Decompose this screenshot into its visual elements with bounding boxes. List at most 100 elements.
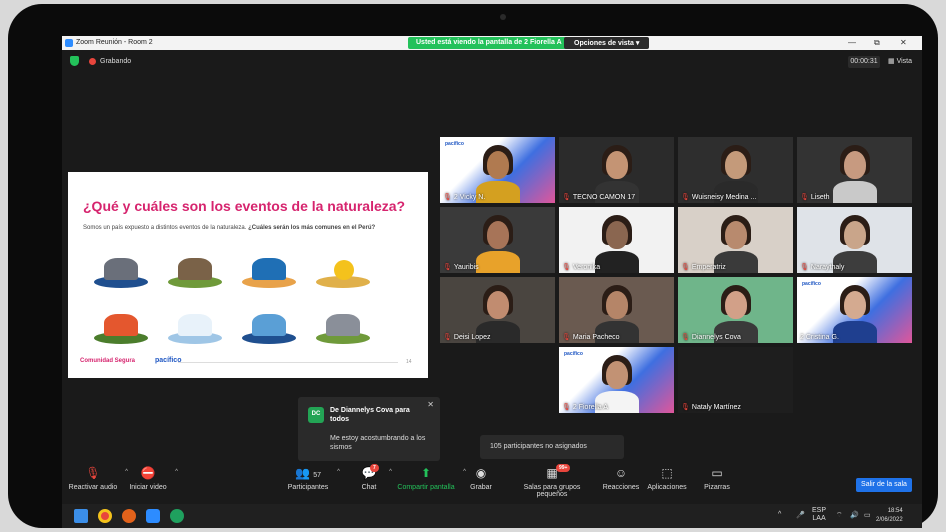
whiteboards-button[interactable]: ▭ Pizarras xyxy=(698,466,736,491)
participant-face xyxy=(606,151,628,179)
zoom-taskbar-icon[interactable] xyxy=(146,509,160,523)
mic-muted-icon: 🎙 xyxy=(562,194,571,201)
participant-tile[interactable]: 🎙 Emperatriz xyxy=(678,207,793,273)
breakout-badge: 99+ xyxy=(556,464,571,472)
leave-room-button[interactable]: Salir de la sala xyxy=(856,478,912,492)
participants-caret[interactable]: ^ xyxy=(337,469,340,475)
participant-face xyxy=(844,221,866,249)
browser-icon[interactable] xyxy=(170,509,184,523)
participant-tile[interactable]: 🎙 Liseth xyxy=(797,137,912,203)
mic-muted-icon: 🎙 xyxy=(800,194,809,201)
heat-sun-illustration xyxy=(312,242,374,292)
video-options-caret[interactable]: ^ xyxy=(175,469,178,475)
chat-unread-badge: 7 xyxy=(370,464,379,472)
slide-subtitle-plain: Somos un país expuesto a distintos event… xyxy=(83,225,249,231)
participant-tile[interactable]: pacífico 🎙 2 Vicky N. xyxy=(440,137,555,203)
participant-tile[interactable]: 🎙 Wuisneisy Medina ... xyxy=(678,137,793,203)
slide-divider xyxy=(178,362,398,363)
screen-share-banner: Usted está viendo la pantalla de 2 Fiore… xyxy=(408,37,570,49)
taskbar-clock[interactable]: 18:54 2/06/2022 xyxy=(876,507,903,525)
participant-tile[interactable]: 🎙 Veronika xyxy=(559,207,674,273)
participants-label: Participantes xyxy=(287,484,329,491)
participant-tile[interactable]: 🎙 Deisi Lopez xyxy=(440,277,555,343)
chrome-icon[interactable] xyxy=(98,509,112,523)
start-video-button[interactable]: ⛔ Iniciar video ^ xyxy=(128,466,178,491)
comunidad-segura-logo: Comunidad Segura xyxy=(80,357,136,364)
participant-tile[interactable]: 🎙 TECNO CAMON 17 xyxy=(559,137,674,203)
chat-notification[interactable]: DC De Diannelys Cova para todos Me estoy… xyxy=(298,397,440,461)
notification-message: Me estoy acostumbrando a los sismos xyxy=(330,435,426,451)
landslide-illustration xyxy=(164,242,226,292)
mic-muted-icon: 🎙 xyxy=(681,264,690,271)
smiley-icon: ☺ xyxy=(614,466,628,480)
unmute-label: Reactivar audio xyxy=(68,484,118,491)
tablet-frame: Zoom Reunión - Room 2 Usted está viendo … xyxy=(8,4,938,528)
tray-mic-icon[interactable]: 🎤 xyxy=(796,511,805,519)
whiteboards-label: Pizarras xyxy=(704,484,730,491)
participant-name: 2 Vicky N. xyxy=(453,194,486,201)
participant-name-label: 🎙 TECNO CAMON 17 xyxy=(562,193,635,201)
windows-start-icon[interactable] xyxy=(74,509,88,523)
chat-button[interactable]: 7 💬 Chat ^ xyxy=(356,464,392,491)
participant-name: Wuisneisy Medina ... xyxy=(691,194,757,201)
volume-icon[interactable]: 🔊 xyxy=(850,511,859,519)
participant-tile[interactable]: 🎙 Diannelys Cova xyxy=(678,277,793,343)
share-options-caret[interactable]: ^ xyxy=(463,469,466,475)
participant-name: Diannelys Cova xyxy=(691,334,741,341)
mic-muted-icon: 🎙 xyxy=(443,334,452,341)
participant-name-label: 🎙 Emperatriz xyxy=(681,263,726,271)
chat-caret[interactable]: ^ xyxy=(389,469,392,475)
battery-icon[interactable]: ▭ xyxy=(864,511,871,519)
unassigned-participants-tooltip[interactable]: 105 participantes no asignados xyxy=(480,435,624,459)
participant-face xyxy=(844,151,866,179)
mic-muted-icon: 🎙 xyxy=(562,404,571,411)
security-shield-icon[interactable] xyxy=(70,56,79,66)
participant-tile[interactable]: 🎙 Yauribis xyxy=(440,207,555,273)
reactions-button[interactable]: ☺ Reacciones xyxy=(602,466,640,491)
participants-button[interactable]: 👥 57 Participantes ^ xyxy=(286,466,340,491)
front-camera xyxy=(500,14,506,20)
zoom-window: Zoom Reunión - Room 2 Usted está viendo … xyxy=(62,36,922,528)
wifi-icon[interactable]: ⌔ xyxy=(836,511,843,520)
participant-name: Maria Pacheco xyxy=(572,334,620,341)
participant-tile[interactable]: 🎙 Naraythaly xyxy=(797,207,912,273)
participant-body xyxy=(476,251,520,273)
participants-count: 57 xyxy=(313,472,322,479)
minimize-button[interactable]: — xyxy=(848,38,856,47)
participant-name: 2 Cristina G. xyxy=(800,334,839,341)
participant-tile[interactable]: pacífico 2 Cristina G. xyxy=(797,277,912,343)
tray-chevron-icon[interactable]: ^ xyxy=(778,511,781,518)
app-icon-orange[interactable] xyxy=(122,509,136,523)
share-screen-button[interactable]: ⬆ Compartir pantalla ^ xyxy=(396,466,466,491)
participant-face xyxy=(606,221,628,249)
notification-sender: De Diannelys Cova para todos xyxy=(330,407,410,423)
meeting-toolbar: 🎙 Reactivar audio ^ ⛔ Iniciar video ^ 👥 … xyxy=(62,464,922,504)
record-button[interactable]: ◉ Grabar xyxy=(468,466,494,491)
lang-bottom: LAA xyxy=(812,515,826,522)
view-options-button[interactable]: Opciones de vista ▾ xyxy=(564,37,650,49)
view-button[interactable]: ▦ Vista xyxy=(888,57,912,65)
participant-tile[interactable]: pacífico 🎙 2 Fiorella A xyxy=(559,347,674,413)
participants-icon: 👥 57 xyxy=(294,466,322,480)
participant-name-label: 🎙 Yauribis xyxy=(443,263,479,271)
unmute-button[interactable]: 🎙 Reactivar audio ^ xyxy=(68,466,128,491)
participant-name: 2 Fiorella A xyxy=(572,404,608,411)
recording-label: Grabando xyxy=(100,58,132,65)
slide-title: ¿Qué y cuáles son los eventos de la natu… xyxy=(83,198,406,214)
participant-name: Yauribis xyxy=(453,264,479,271)
slide-subtitle-question: ¿Cuáles serán los más comunes en el Perú… xyxy=(248,225,376,231)
share-screen-icon: ⬆ xyxy=(420,466,432,480)
close-notification-icon[interactable]: ✕ xyxy=(427,400,434,409)
participant-tile[interactable]: 🎙 Maria Pacheco xyxy=(559,277,674,343)
breakout-rooms-button[interactable]: 99+ ▦ Salas para grupos pequeños xyxy=(508,464,596,498)
breakout-rooms-icon: ▦ xyxy=(546,466,558,480)
participant-tile[interactable]: 🎙 Nataly Martínez xyxy=(678,347,793,413)
participant-name-label: 🎙 Veronika xyxy=(562,263,600,271)
participant-name-label: 🎙 Wuisneisy Medina ... xyxy=(681,193,756,201)
apps-button[interactable]: ⬚ Aplicaciones xyxy=(646,466,688,491)
close-button[interactable]: ✕ xyxy=(900,38,907,47)
restore-button[interactable]: ⧉ xyxy=(874,38,880,48)
participant-name: Naraythaly xyxy=(810,264,845,271)
meeting-timer: 00:00:31 xyxy=(848,56,880,68)
language-indicator[interactable]: ESP LAA xyxy=(812,507,826,523)
